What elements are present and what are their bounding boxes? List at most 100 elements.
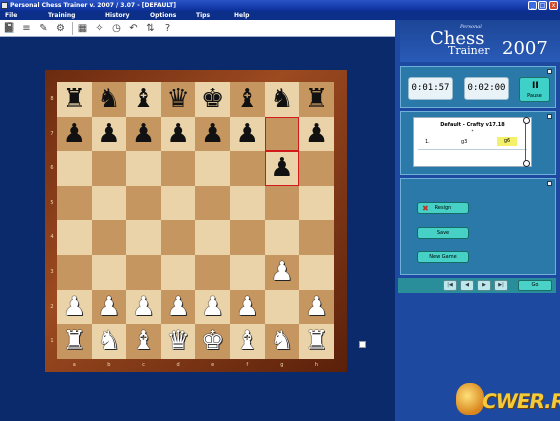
board-resize-handle[interactable] bbox=[359, 341, 366, 348]
square-a4[interactable] bbox=[57, 220, 92, 255]
close-button[interactable]: x bbox=[549, 1, 558, 10]
black-pawn-d7[interactable]: ♟ bbox=[161, 117, 196, 152]
square-c5[interactable] bbox=[126, 185, 161, 221]
square-e3[interactable] bbox=[195, 255, 230, 290]
white-queen-d1[interactable]: ♛ bbox=[161, 324, 196, 359]
last-move-button[interactable]: ▶| bbox=[494, 280, 508, 291]
white-king-e1[interactable]: ♚ bbox=[195, 324, 230, 359]
square-b5[interactable] bbox=[91, 185, 127, 221]
black-queen-d8[interactable]: ♛ bbox=[161, 82, 196, 117]
menu-help[interactable]: Help bbox=[234, 11, 249, 20]
black-pawn-b7[interactable]: ♟ bbox=[92, 117, 127, 152]
square-e4[interactable] bbox=[195, 220, 230, 255]
white-rook-a1[interactable]: ♜ bbox=[57, 324, 92, 359]
white-pawn-d2[interactable]: ♟ bbox=[161, 290, 196, 325]
tools-icon[interactable]: ⚙ bbox=[54, 22, 67, 35]
new-game-button[interactable]: New Game bbox=[417, 251, 469, 263]
clock-icon[interactable]: ◷ bbox=[110, 22, 123, 35]
first-move-button[interactable]: |◀ bbox=[443, 280, 457, 291]
white-knight-b1[interactable]: ♞ bbox=[92, 324, 127, 359]
square-e6[interactable] bbox=[195, 151, 230, 186]
square-f5[interactable] bbox=[230, 185, 265, 221]
white-pawn-f2[interactable]: ♟ bbox=[230, 290, 265, 325]
white-pawn-e2[interactable]: ♟ bbox=[195, 290, 230, 325]
square-g4[interactable] bbox=[264, 220, 300, 255]
white-pawn-g3[interactable]: ♟ bbox=[265, 255, 300, 290]
pause-button[interactable]: II Pause bbox=[519, 77, 550, 102]
white-bishop-f1[interactable]: ♝ bbox=[230, 324, 265, 359]
square-h5[interactable] bbox=[299, 185, 334, 221]
square-f4[interactable] bbox=[230, 220, 265, 255]
white-pawn-c2[interactable]: ♟ bbox=[126, 290, 161, 325]
square-b3[interactable] bbox=[91, 255, 127, 290]
square-g2[interactable] bbox=[264, 289, 300, 325]
black-pawn-c7[interactable]: ♟ bbox=[126, 117, 161, 152]
square-b4[interactable] bbox=[91, 220, 127, 255]
go-button[interactable]: Go bbox=[518, 280, 552, 291]
black-bishop-f8[interactable]: ♝ bbox=[230, 82, 265, 117]
prev-move-button[interactable]: ◀ bbox=[460, 280, 474, 291]
edit-icon[interactable]: ✎ bbox=[37, 22, 50, 35]
square-c3[interactable] bbox=[126, 255, 161, 290]
black-king-e8[interactable]: ♚ bbox=[195, 82, 230, 117]
black-bishop-c8[interactable]: ♝ bbox=[126, 82, 161, 117]
menu-file[interactable]: File bbox=[5, 11, 17, 20]
square-b6[interactable] bbox=[91, 151, 127, 186]
black-pawn-e7[interactable]: ♟ bbox=[195, 117, 230, 152]
square-f6[interactable] bbox=[230, 151, 265, 186]
square-g5[interactable] bbox=[264, 185, 300, 221]
white-pawn-b2[interactable]: ♟ bbox=[92, 290, 127, 325]
slider-bottom-knob[interactable] bbox=[523, 160, 530, 167]
white-pawn-h2[interactable]: ♟ bbox=[299, 290, 334, 325]
clock-panel-collapse[interactable] bbox=[547, 69, 552, 74]
board-icon[interactable]: ▦ bbox=[76, 22, 89, 35]
square-f3[interactable] bbox=[230, 255, 265, 290]
slider-top-knob[interactable] bbox=[523, 117, 530, 124]
square-c6[interactable] bbox=[126, 151, 161, 186]
black-knight-g8[interactable]: ♞ bbox=[265, 82, 300, 117]
square-c4[interactable] bbox=[126, 220, 161, 255]
white-bishop-c1[interactable]: ♝ bbox=[126, 324, 161, 359]
square-h3[interactable] bbox=[299, 255, 334, 290]
black-rook-a8[interactable]: ♜ bbox=[57, 82, 92, 117]
square-a6[interactable] bbox=[57, 151, 92, 186]
black-pawn-h7[interactable]: ♟ bbox=[299, 117, 334, 152]
square-d4[interactable] bbox=[160, 220, 196, 255]
black-pawn-f7[interactable]: ♟ bbox=[230, 117, 265, 152]
square-g7[interactable] bbox=[264, 116, 300, 152]
square-d3[interactable] bbox=[160, 255, 196, 290]
next-move-button[interactable]: ▶ bbox=[477, 280, 491, 291]
square-h4[interactable] bbox=[299, 220, 334, 255]
menu-history[interactable]: History bbox=[105, 11, 130, 20]
minimize-button[interactable]: _ bbox=[528, 1, 537, 10]
square-a3[interactable] bbox=[57, 255, 92, 290]
resign-button[interactable]: ✖ Resign bbox=[417, 202, 469, 214]
white-knight-g1[interactable]: ♞ bbox=[265, 324, 300, 359]
menu-training[interactable]: Training bbox=[48, 11, 75, 20]
square-e5[interactable] bbox=[195, 185, 230, 221]
notation-panel-collapse[interactable] bbox=[547, 114, 552, 119]
maximize-button[interactable]: □ bbox=[538, 1, 547, 10]
square-d5[interactable] bbox=[160, 185, 196, 221]
save-button[interactable]: Save bbox=[417, 227, 469, 239]
action-panel-collapse[interactable] bbox=[547, 181, 552, 186]
square-d6[interactable] bbox=[160, 151, 196, 186]
black-rook-h8[interactable]: ♜ bbox=[299, 82, 334, 117]
move-slider[interactable] bbox=[523, 117, 530, 167]
question-icon[interactable]: ? bbox=[161, 22, 174, 35]
menu-tips[interactable]: Tips bbox=[196, 11, 210, 20]
move-black[interactable]: g6 bbox=[497, 137, 517, 146]
arrow-icon[interactable]: ↶ bbox=[127, 22, 140, 35]
menu-options[interactable]: Options bbox=[150, 11, 176, 20]
black-pawn-g6[interactable]: ♟ bbox=[265, 151, 300, 186]
flip-icon[interactable]: ⇅ bbox=[144, 22, 157, 35]
black-knight-b8[interactable]: ♞ bbox=[92, 82, 127, 117]
move-white[interactable]: g3 bbox=[461, 139, 467, 145]
white-rook-h1[interactable]: ♜ bbox=[299, 324, 334, 359]
wand-icon[interactable]: ✧ bbox=[93, 22, 106, 35]
white-pawn-a2[interactable]: ♟ bbox=[57, 290, 92, 325]
list-icon[interactable]: ≡ bbox=[20, 22, 33, 35]
black-pawn-a7[interactable]: ♟ bbox=[57, 117, 92, 152]
square-a5[interactable] bbox=[57, 185, 92, 221]
notebook-icon[interactable]: 📓 bbox=[3, 22, 16, 35]
